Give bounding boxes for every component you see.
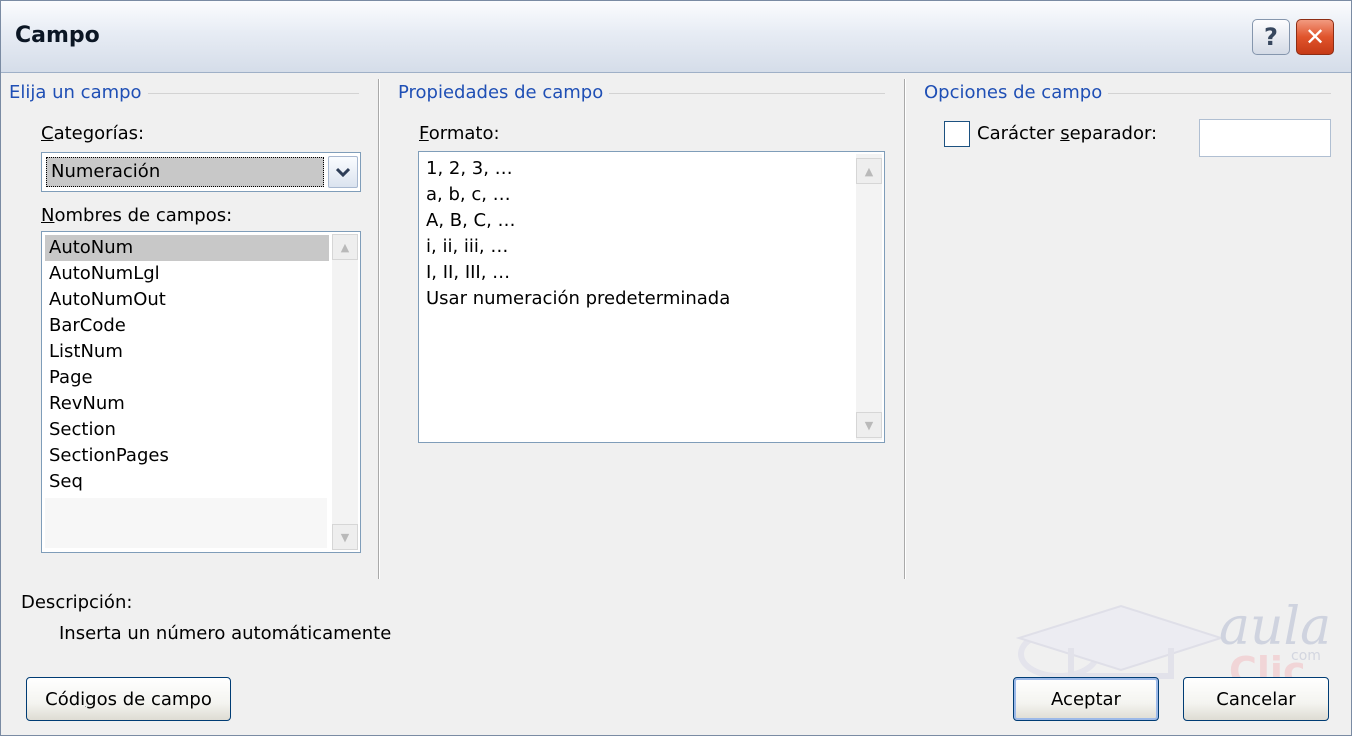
list-item-seq[interactable]: Seq xyxy=(45,469,329,495)
list-item-autonumout[interactable]: AutoNumOut xyxy=(45,287,329,313)
separator-label: Carácter separador: xyxy=(977,123,1158,144)
left-group-title: Elija un campo xyxy=(9,82,148,104)
description-label: Descripción: xyxy=(21,592,133,613)
categories-label-rest: ategorías: xyxy=(53,123,145,144)
separator-checkbox[interactable] xyxy=(944,121,970,147)
list-item-page[interactable]: Page xyxy=(45,365,329,391)
format-scrollbar[interactable]: ▲ ▼ xyxy=(856,154,882,440)
format-item-default[interactable]: Usar numeración predeterminada xyxy=(422,286,842,312)
list-item-barcode[interactable]: BarCode xyxy=(45,313,329,339)
scroll-down-icon[interactable]: ▼ xyxy=(332,524,358,550)
separator-right xyxy=(904,79,906,579)
list-item-sectionpages[interactable]: SectionPages xyxy=(45,443,329,469)
field-codes-button[interactable]: Códigos de campo xyxy=(26,677,231,721)
description-text: Inserta un número automáticamente xyxy=(59,623,392,644)
right-group-title: Opciones de campo xyxy=(924,82,1109,104)
chevron-down-icon[interactable] xyxy=(328,156,358,188)
separator-left xyxy=(378,79,380,579)
field-codes-button-label: Códigos de campo xyxy=(45,688,212,710)
format-label: Formato: xyxy=(419,123,500,144)
format-item-lowercase[interactable]: a, b, c, … xyxy=(422,182,842,208)
ok-button-label: Aceptar xyxy=(1051,688,1121,710)
list-empty-area xyxy=(45,498,327,548)
cancel-button[interactable]: Cancelar xyxy=(1183,677,1329,721)
help-button[interactable]: ? xyxy=(1252,19,1290,55)
list-item-autonum[interactable]: AutoNum xyxy=(45,235,329,261)
categories-dropdown[interactable]: Numeración xyxy=(41,152,361,192)
help-icon: ? xyxy=(1264,23,1278,51)
close-button[interactable]: ✕ xyxy=(1296,19,1334,55)
list-item-section[interactable]: Section xyxy=(45,417,329,443)
categories-selected-value: Numeración xyxy=(46,157,324,187)
field-names-list[interactable]: AutoNum AutoNumLgl AutoNumOut BarCode Li… xyxy=(41,231,361,553)
aulaclic-watermark: aula com Clic xyxy=(1011,586,1341,693)
scroll-up-icon[interactable]: ▲ xyxy=(856,158,882,184)
cancel-button-label: Cancelar xyxy=(1216,688,1296,710)
campo-dialog: Campo ? ✕ Elija un campo Categorías: Num… xyxy=(0,0,1352,736)
field-names-scrollbar[interactable]: ▲ ▼ xyxy=(332,234,358,550)
list-item-listnum[interactable]: ListNum xyxy=(45,339,329,365)
close-icon: ✕ xyxy=(1304,23,1326,51)
format-item-arabic[interactable]: 1, 2, 3, … xyxy=(422,156,842,182)
ok-button[interactable]: Aceptar xyxy=(1013,677,1159,721)
categories-label: Categorías: xyxy=(41,123,145,144)
field-names-label: Nombres de campos: xyxy=(41,205,233,226)
list-item-autonumlgl[interactable]: AutoNumLgl xyxy=(45,261,329,287)
format-item-roman-upper[interactable]: I, II, III, … xyxy=(422,260,842,286)
separator-input[interactable] xyxy=(1199,119,1331,157)
format-item-roman-lower[interactable]: i, ii, iii, … xyxy=(422,234,842,260)
format-item-uppercase[interactable]: A, B, C, … xyxy=(422,208,842,234)
list-item-revnum[interactable]: RevNum xyxy=(45,391,329,417)
dialog-title: Campo xyxy=(15,23,100,48)
scroll-up-icon[interactable]: ▲ xyxy=(332,234,358,260)
scroll-down-icon[interactable]: ▼ xyxy=(856,412,882,438)
middle-group-title: Propiedades de campo xyxy=(398,82,610,104)
format-list[interactable]: 1, 2, 3, … a, b, c, … A, B, C, … i, ii, … xyxy=(418,151,885,443)
title-bar[interactable]: Campo ? ✕ xyxy=(1,1,1351,73)
